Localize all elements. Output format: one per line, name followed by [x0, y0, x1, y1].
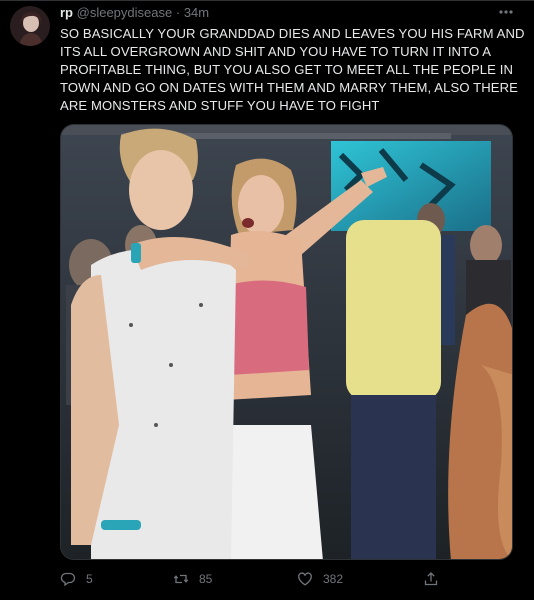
tweet-header: rp @sleepydisease · 34m [60, 4, 209, 22]
avatar[interactable] [10, 6, 50, 46]
reply-count: 5 [86, 572, 93, 586]
tweet-photo[interactable] [60, 124, 513, 560]
retweet-button[interactable]: 85 [173, 566, 212, 592]
reply-button[interactable]: 5 [60, 566, 93, 592]
more-options-button[interactable] [492, 2, 520, 22]
tweet-timestamp[interactable]: 34m [184, 5, 209, 20]
share-button[interactable] [423, 566, 449, 592]
like-button[interactable]: 382 [297, 566, 343, 592]
display-name[interactable]: rp [60, 5, 73, 20]
tweet-actions: 5 85 382 [60, 566, 530, 592]
share-icon [424, 572, 438, 586]
divider [0, 0, 534, 1]
tweet-text: SO BASICALLY YOUR GRANDDAD DIES AND LEAV… [60, 26, 525, 113]
user-handle[interactable]: @sleepydisease [77, 5, 173, 20]
tweet[interactable]: rp @sleepydisease · 34m SO BASICALLY YOU… [0, 0, 534, 600]
retweet-icon [173, 574, 189, 584]
heart-icon [298, 572, 312, 586]
reply-icon [60, 572, 76, 587]
like-count: 382 [323, 572, 344, 586]
retweet-count: 85 [199, 572, 213, 586]
more-horizontal-icon [499, 10, 513, 14]
photo-illustration [61, 125, 512, 559]
separator-dot: · [175, 5, 181, 20]
